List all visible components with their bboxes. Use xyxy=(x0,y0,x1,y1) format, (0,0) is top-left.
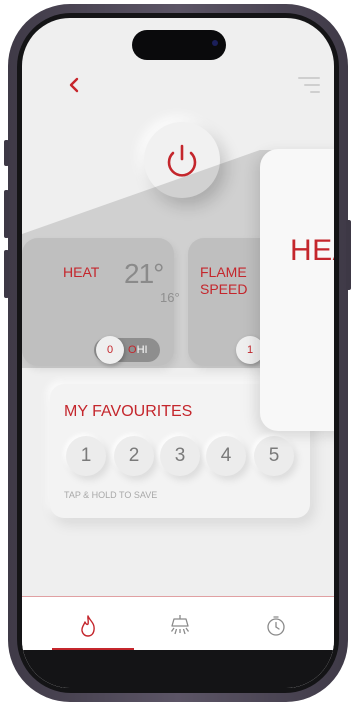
nav-item-timer[interactable] xyxy=(262,612,290,640)
favourites-hint: TAP & HOLD TO SAVE xyxy=(64,490,158,500)
volume-up-button xyxy=(4,190,9,238)
heat-toggle-knob-label: 0 xyxy=(106,344,114,356)
current-temperature: 21° xyxy=(124,258,164,289)
home-indicator-area xyxy=(22,650,334,688)
heat-label: HEAT xyxy=(63,264,100,280)
heat-toggle-hi: HI xyxy=(136,344,148,356)
favourite-button-2[interactable]: 2 xyxy=(114,436,154,476)
app-screen: HEAT 21° 16° OHI 0 FLAME SPEED 1 MY FAVO… xyxy=(22,18,334,688)
menu-line xyxy=(304,84,320,86)
nav-item-flame[interactable] xyxy=(74,612,102,640)
nav-divider xyxy=(22,596,334,597)
heat-detail-title: HEA xyxy=(290,234,334,267)
favourite-button-1[interactable]: 1 xyxy=(66,436,106,476)
menu-lines-icon xyxy=(298,77,320,79)
favourite-button-3[interactable]: 3 xyxy=(160,436,200,476)
heat-toggle-o: O xyxy=(128,344,137,356)
nav-item-light[interactable] xyxy=(166,612,194,640)
favourites-title: MY FAVOURITES xyxy=(64,403,193,420)
light-icon xyxy=(170,615,190,635)
power-side-button xyxy=(346,220,351,290)
flame-label-line1: FLAME xyxy=(200,264,247,280)
camera-dot xyxy=(212,40,218,46)
favourite-button-5[interactable]: 5 xyxy=(254,436,294,476)
flame-icon xyxy=(81,615,95,637)
set-temperature: 16° xyxy=(160,290,180,305)
chevron-left-icon xyxy=(69,77,79,93)
action-button xyxy=(4,140,9,166)
flame-speed-label: FLAME SPEED xyxy=(200,264,247,298)
volume-down-button xyxy=(4,250,9,298)
favourite-button-4[interactable]: 4 xyxy=(206,436,246,476)
flame-label-line2: SPEED xyxy=(200,281,248,297)
heat-detail-panel[interactable] xyxy=(260,149,334,431)
menu-line xyxy=(310,91,320,93)
menu-button[interactable] xyxy=(296,74,320,94)
heat-toggle-on-label: OHI xyxy=(128,338,148,362)
timer-icon xyxy=(267,616,285,636)
back-button[interactable] xyxy=(64,74,86,96)
